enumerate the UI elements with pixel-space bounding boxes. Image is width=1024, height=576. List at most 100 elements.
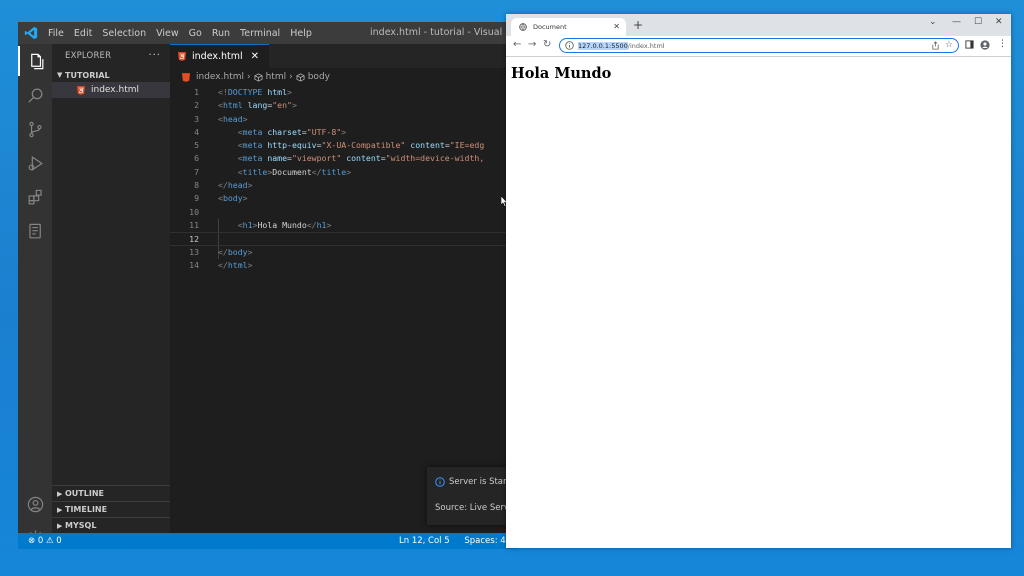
menu-item-terminal[interactable]: Terminal (240, 28, 280, 39)
extensions-icon[interactable] (18, 182, 52, 212)
globe-icon (519, 23, 527, 31)
menu-bar: File Edit Selection View Go Run Terminal Help (48, 22, 322, 44)
file-index-html[interactable]: index.html (52, 82, 170, 98)
editor-tabs: index.html ✕ (170, 44, 518, 68)
folder-tutorial[interactable]: ▼ TUTORIAL (52, 68, 170, 82)
line-text: <head> (218, 113, 248, 124)
window-title: index.html - tutorial - Visual Studio C (370, 27, 518, 38)
section-timeline[interactable]: ▶ TIMELINE (52, 501, 170, 517)
line-number: 2 (194, 100, 199, 111)
symbol-element-icon (296, 72, 305, 82)
info-icon (435, 477, 445, 487)
tab-search-chevron-icon[interactable]: ⌄ (929, 17, 937, 27)
section-mysql[interactable]: ▶ MYSQL (52, 517, 170, 533)
menu-item-view[interactable]: View (156, 28, 179, 39)
menu-item-run[interactable]: Run (212, 28, 230, 39)
code-line[interactable]: 11 <h1>Hola Mundo</h1> (170, 219, 518, 232)
browser-tabstrip: Document ✕ + ⌄ — ☐ ✕ (506, 14, 1011, 36)
run-debug-icon[interactable] (18, 148, 52, 178)
menu-item-help[interactable]: Help (290, 28, 312, 39)
url-path: /index.html (627, 41, 665, 50)
line-number: 10 (189, 206, 199, 217)
explorer-more-actions-icon[interactable]: ··· (148, 50, 161, 61)
code-line[interactable]: 8 </head> (170, 179, 518, 192)
search-icon[interactable] (18, 80, 52, 110)
line-text: <!DOCTYPE html> (218, 87, 292, 97)
side-panel-icon[interactable] (965, 40, 974, 49)
code-line[interactable]: 14 </html> (170, 259, 518, 272)
chevron-right-icon: ▶ (57, 489, 63, 498)
code-line[interactable]: 1 <!DOCTYPE html> (170, 86, 518, 99)
chevron-down-icon: ▼ (57, 71, 63, 79)
line-text: <html lang="en"> (218, 100, 297, 111)
menu-item-file[interactable]: File (48, 28, 64, 39)
chevron-right-icon: › (246, 72, 251, 82)
back-arrow-icon[interactable]: ← (513, 39, 521, 50)
profile-avatar-icon[interactable] (980, 40, 990, 50)
explorer-sidebar: EXPLORER ··· ▼ TUTORIAL index.html ▶ OUTL… (52, 44, 170, 533)
code-line[interactable]: 5 <meta http-equiv="X-UA-Compatible" con… (170, 139, 518, 152)
line-number: 4 (194, 126, 199, 137)
line-number: 5 (194, 140, 199, 151)
breadcrumb: index.html › html › body (170, 68, 518, 86)
tab-label: index.html (192, 51, 243, 62)
code-line[interactable]: 12 (170, 232, 518, 246)
chevron-right-icon: › (289, 72, 293, 82)
browser-toolbar: ← → ↻ 127.0.0.1:5500/index.html ☆ ⋮ (506, 36, 1011, 57)
tab-index-html[interactable]: index.html ✕ (170, 44, 270, 68)
editor-area: index.html ✕ index.html › html › body 1 <… (170, 44, 518, 533)
reload-icon[interactable]: ↻ (543, 39, 551, 50)
forward-arrow-icon[interactable]: → (528, 39, 536, 50)
kebab-menu-icon[interactable]: ⋮ (998, 39, 1007, 49)
browser-tab[interactable]: Document ✕ (511, 18, 626, 36)
remote-explorer-icon[interactable] (18, 216, 52, 246)
warning-icon: ⚠ (45, 536, 54, 546)
breadcrumb-file[interactable]: index.html (196, 72, 244, 82)
line-text: <meta name="viewport" content="width=dev… (237, 153, 485, 164)
vscode-titlebar: File Edit Selection View Go Run Terminal Help i… (18, 22, 518, 44)
code-line[interactable]: 13 </body> (170, 246, 518, 259)
menu-item-selection[interactable]: Selection (102, 28, 146, 39)
minimize-icon[interactable]: — (952, 17, 961, 27)
source-control-icon[interactable] (18, 114, 52, 144)
breadcrumb-html[interactable]: html (266, 72, 287, 82)
cursor-position[interactable]: Ln 12, Col 5 (399, 536, 450, 546)
code-line[interactable]: 9 <body> (170, 192, 518, 205)
line-text: </body> (218, 246, 253, 257)
folder-label: TUTORIAL (65, 70, 110, 80)
code-line[interactable]: 7 <title>Document</title> (170, 166, 518, 179)
code-editor[interactable]: 1 <!DOCTYPE html> 2 <html lang="en"> 3 <head>… (170, 86, 518, 272)
chevron-right-icon: ▶ (57, 505, 63, 514)
section-outline[interactable]: ▶ OUTLINE (52, 485, 170, 501)
live-server-notification[interactable]: Server is Starte Source: Live Server ( (427, 467, 518, 525)
section-label: TIMELINE (65, 505, 108, 514)
web-page-content: Hola Mundo (506, 57, 1011, 548)
close-window-icon[interactable]: ✕ (995, 17, 1003, 27)
menu-item-go[interactable]: Go (189, 28, 202, 39)
bookmark-star-icon[interactable]: ☆ (945, 40, 953, 50)
maximize-icon[interactable]: ☐ (974, 17, 982, 27)
problems-status[interactable]: ⊗ 0 ⚠ 0 (28, 536, 62, 546)
share-icon[interactable] (931, 41, 940, 50)
close-tab-icon[interactable]: ✕ (251, 51, 259, 62)
line-number: 7 (194, 166, 199, 177)
browser-window: Document ✕ + ⌄ — ☐ ✕ ← → ↻ 127.0.0.1:550… (506, 14, 1011, 548)
error-count: 0 (37, 536, 44, 546)
address-bar[interactable]: 127.0.0.1:5500/index.html ☆ (559, 38, 959, 53)
close-tab-icon[interactable]: ✕ (613, 22, 620, 31)
code-line[interactable]: 10 (170, 206, 518, 219)
code-line[interactable]: 3 <head> (170, 113, 518, 126)
url-host: 127.0.0.1:5500 (578, 41, 628, 50)
breadcrumb-body[interactable]: body (308, 72, 330, 82)
code-line[interactable]: 2 <html lang="en"> (170, 99, 518, 112)
line-number: 13 (189, 246, 199, 257)
indentation[interactable]: Spaces: 4 (464, 536, 505, 546)
line-number: 12 (189, 234, 199, 245)
code-line[interactable]: 6 <meta name="viewport" content="width=d… (170, 152, 518, 165)
menu-item-edit[interactable]: Edit (74, 28, 92, 39)
new-tab-icon[interactable]: + (633, 18, 643, 32)
accounts-icon[interactable] (18, 489, 52, 519)
error-icon: ⊗ (28, 536, 36, 546)
code-line[interactable]: 4 <meta charset="UTF-8"> (170, 126, 518, 139)
explorer-icon[interactable] (18, 46, 52, 76)
